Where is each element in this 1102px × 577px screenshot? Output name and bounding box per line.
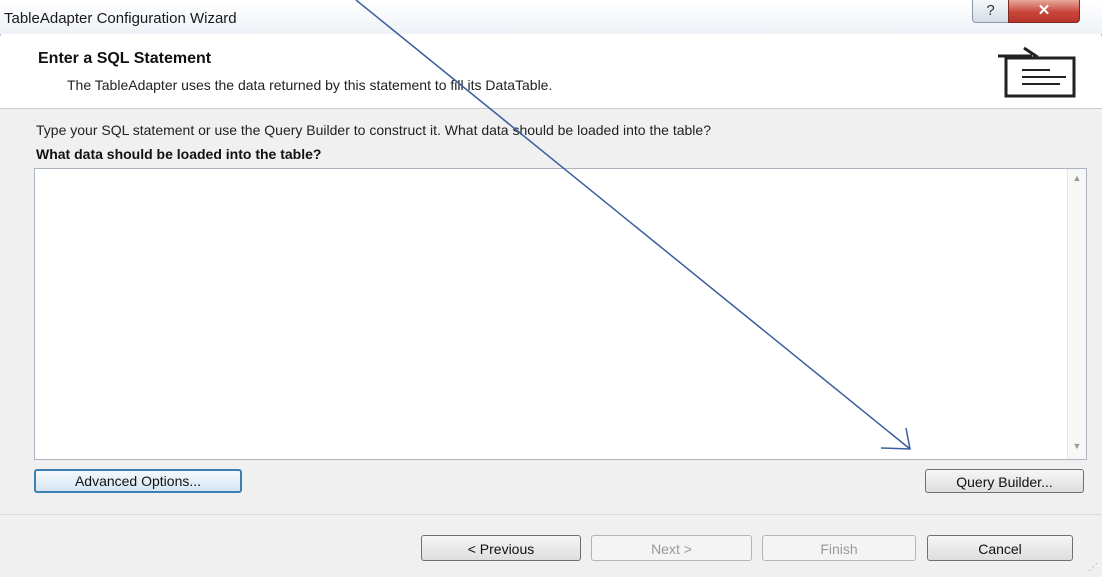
- instructions-text: Type your SQL statement or use the Query…: [36, 122, 711, 138]
- cancel-button[interactable]: Cancel: [927, 535, 1073, 561]
- vertical-scrollbar[interactable]: ▲ ▼: [1067, 169, 1086, 459]
- query-builder-button[interactable]: Query Builder...: [925, 469, 1084, 493]
- previous-button[interactable]: < Previous: [421, 535, 581, 561]
- wizard-table-icon: [998, 46, 1076, 98]
- close-button[interactable]: ✕: [1008, 0, 1080, 23]
- advanced-options-button[interactable]: Advanced Options...: [34, 469, 242, 493]
- scroll-up-icon[interactable]: ▲: [1068, 173, 1086, 187]
- wizard-header: [0, 36, 1102, 108]
- sql-prompt-label: What data should be loaded into the tabl…: [36, 146, 322, 162]
- page-description: The TableAdapter uses the data returned …: [67, 77, 553, 93]
- wizard-window: TableAdapter Configuration Wizard ? ✕ En…: [0, 0, 1102, 577]
- finish-button[interactable]: Finish: [762, 535, 916, 561]
- resize-grip-icon[interactable]: ⋰: [1088, 562, 1098, 573]
- sql-statement-input[interactable]: [35, 169, 1065, 459]
- window-title: TableAdapter Configuration Wizard: [4, 10, 237, 27]
- page-title: Enter a SQL Statement: [38, 50, 212, 67]
- next-button[interactable]: Next >: [591, 535, 752, 561]
- help-button[interactable]: ?: [972, 0, 1009, 23]
- title-bar: TableAdapter Configuration Wizard ? ✕: [0, 0, 1102, 34]
- scroll-down-icon[interactable]: ▼: [1068, 441, 1086, 455]
- sql-statement-box: ▲ ▼: [34, 168, 1087, 460]
